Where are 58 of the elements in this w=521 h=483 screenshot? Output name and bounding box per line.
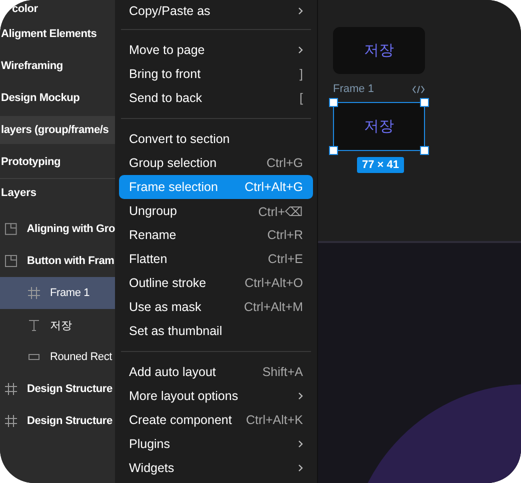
shortcut-label: Ctrl+E: [268, 252, 303, 266]
menu-item[interactable]: Ungroup Ctrl+⌫: [119, 199, 313, 223]
menu-item[interactable]: Bring to front ]: [119, 62, 313, 86]
frame-icon: [27, 286, 41, 300]
shortcut-label: Ctrl+Alt+K: [246, 413, 303, 427]
shortcut-label: Ctrl+Alt+G: [244, 180, 303, 194]
layers-heading: Layers: [0, 186, 38, 201]
page-item[interactable]: layers (group/frame/s: [0, 116, 115, 144]
resize-handle[interactable]: [329, 98, 338, 107]
menu-item[interactable]: Widgets: [119, 456, 313, 480]
page-item[interactable]: Prototyping: [0, 148, 115, 176]
menu-item[interactable]: Group selection Ctrl+G: [119, 151, 313, 175]
menu-item[interactable]: Flatten Ctrl+E: [119, 247, 313, 271]
menu-item[interactable]: Copy/Paste as: [119, 0, 313, 21]
button-preview: 저장: [333, 27, 425, 74]
layer-item[interactable]: Button with Fram: [0, 245, 115, 277]
layer-item[interactable]: Design Structure: [0, 405, 115, 437]
page-item[interactable]: color: [10, 0, 40, 18]
page-item[interactable]: Wireframing: [0, 52, 115, 80]
menu-item[interactable]: More layout options: [119, 384, 313, 408]
layer-item[interactable]: Frame 1: [0, 277, 115, 309]
shortcut-label: Ctrl+⌫: [258, 204, 303, 218]
layer-item[interactable]: Design Structure: [0, 373, 115, 405]
frame-text: 저장: [364, 117, 394, 136]
shortcut-label: [: [300, 91, 303, 105]
menu-item[interactable]: Create component Ctrl+Alt+K: [119, 408, 313, 432]
code-icon: [412, 84, 425, 94]
shortcut-label: Ctrl+R: [267, 228, 303, 242]
shortcut-label: Ctrl+Alt+M: [244, 300, 303, 314]
frame-icon: [4, 414, 18, 428]
resize-handle[interactable]: [329, 146, 338, 155]
menu-item[interactable]: Frame selection Ctrl+Alt+G: [119, 175, 313, 199]
menu-item[interactable]: Send to back [: [119, 86, 313, 110]
layer-item[interactable]: 저장: [0, 309, 115, 341]
menu-item[interactable]: Set as thumbnail: [119, 319, 313, 343]
text-icon: [27, 318, 41, 332]
shortcut-label: Shift+A: [262, 365, 303, 379]
menu-item[interactable]: Add auto layout Shift+A: [119, 360, 313, 384]
shortcut-label: Ctrl+G: [266, 156, 303, 170]
menu-item[interactable]: Convert to section: [119, 127, 313, 151]
layer-item[interactable]: Rouned Rect: [0, 341, 115, 373]
section-icon: [4, 222, 18, 236]
menu-item[interactable]: Use as mask Ctrl+Alt+M: [119, 295, 313, 319]
menu-item[interactable]: Plugins: [119, 432, 313, 456]
resize-handle[interactable]: [420, 98, 429, 107]
frame-name: Frame 1: [333, 83, 374, 95]
shortcut-label: ]: [300, 67, 303, 81]
menu-item[interactable]: Rename Ctrl+R: [119, 223, 313, 247]
shortcut-label: Ctrl+Alt+O: [244, 276, 303, 290]
menu-item[interactable]: Outline stroke Ctrl+Alt+O: [119, 271, 313, 295]
menu-item[interactable]: Move to page: [119, 38, 313, 62]
size-badge: 77 × 41: [357, 157, 404, 173]
layer-item[interactable]: Aligning with Gro: [0, 213, 115, 245]
page-item[interactable]: Design Mockup: [0, 84, 115, 112]
resize-handle[interactable]: [420, 146, 429, 155]
frame-icon: [4, 382, 18, 396]
page-item[interactable]: Aligment Elements: [0, 20, 115, 48]
section-icon: [4, 254, 18, 268]
